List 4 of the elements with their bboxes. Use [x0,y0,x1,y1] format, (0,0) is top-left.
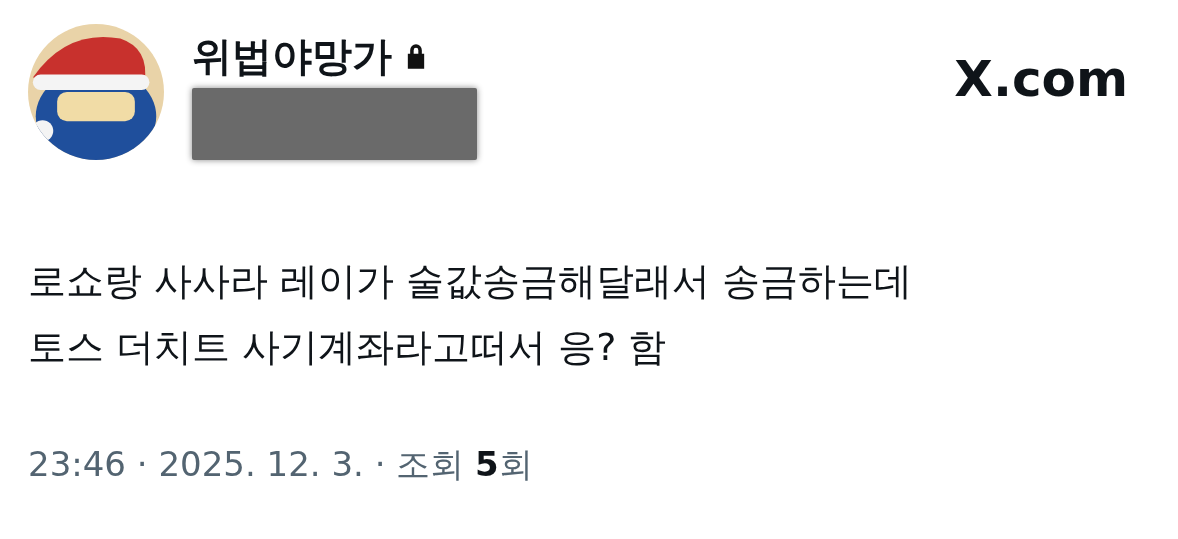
site-logo: X.com [954,50,1128,108]
tweet-text: 로쇼랑 사사라 레이가 술값송금해달래서 송금하는데 토스 더치트 사기계좌라고떠서 응? 함 [28,258,914,371]
tweet-meta: 23:46 · 2025. 12. 3. · 조회 5회 [28,443,534,486]
display-name: 위법야망가 [192,32,392,80]
